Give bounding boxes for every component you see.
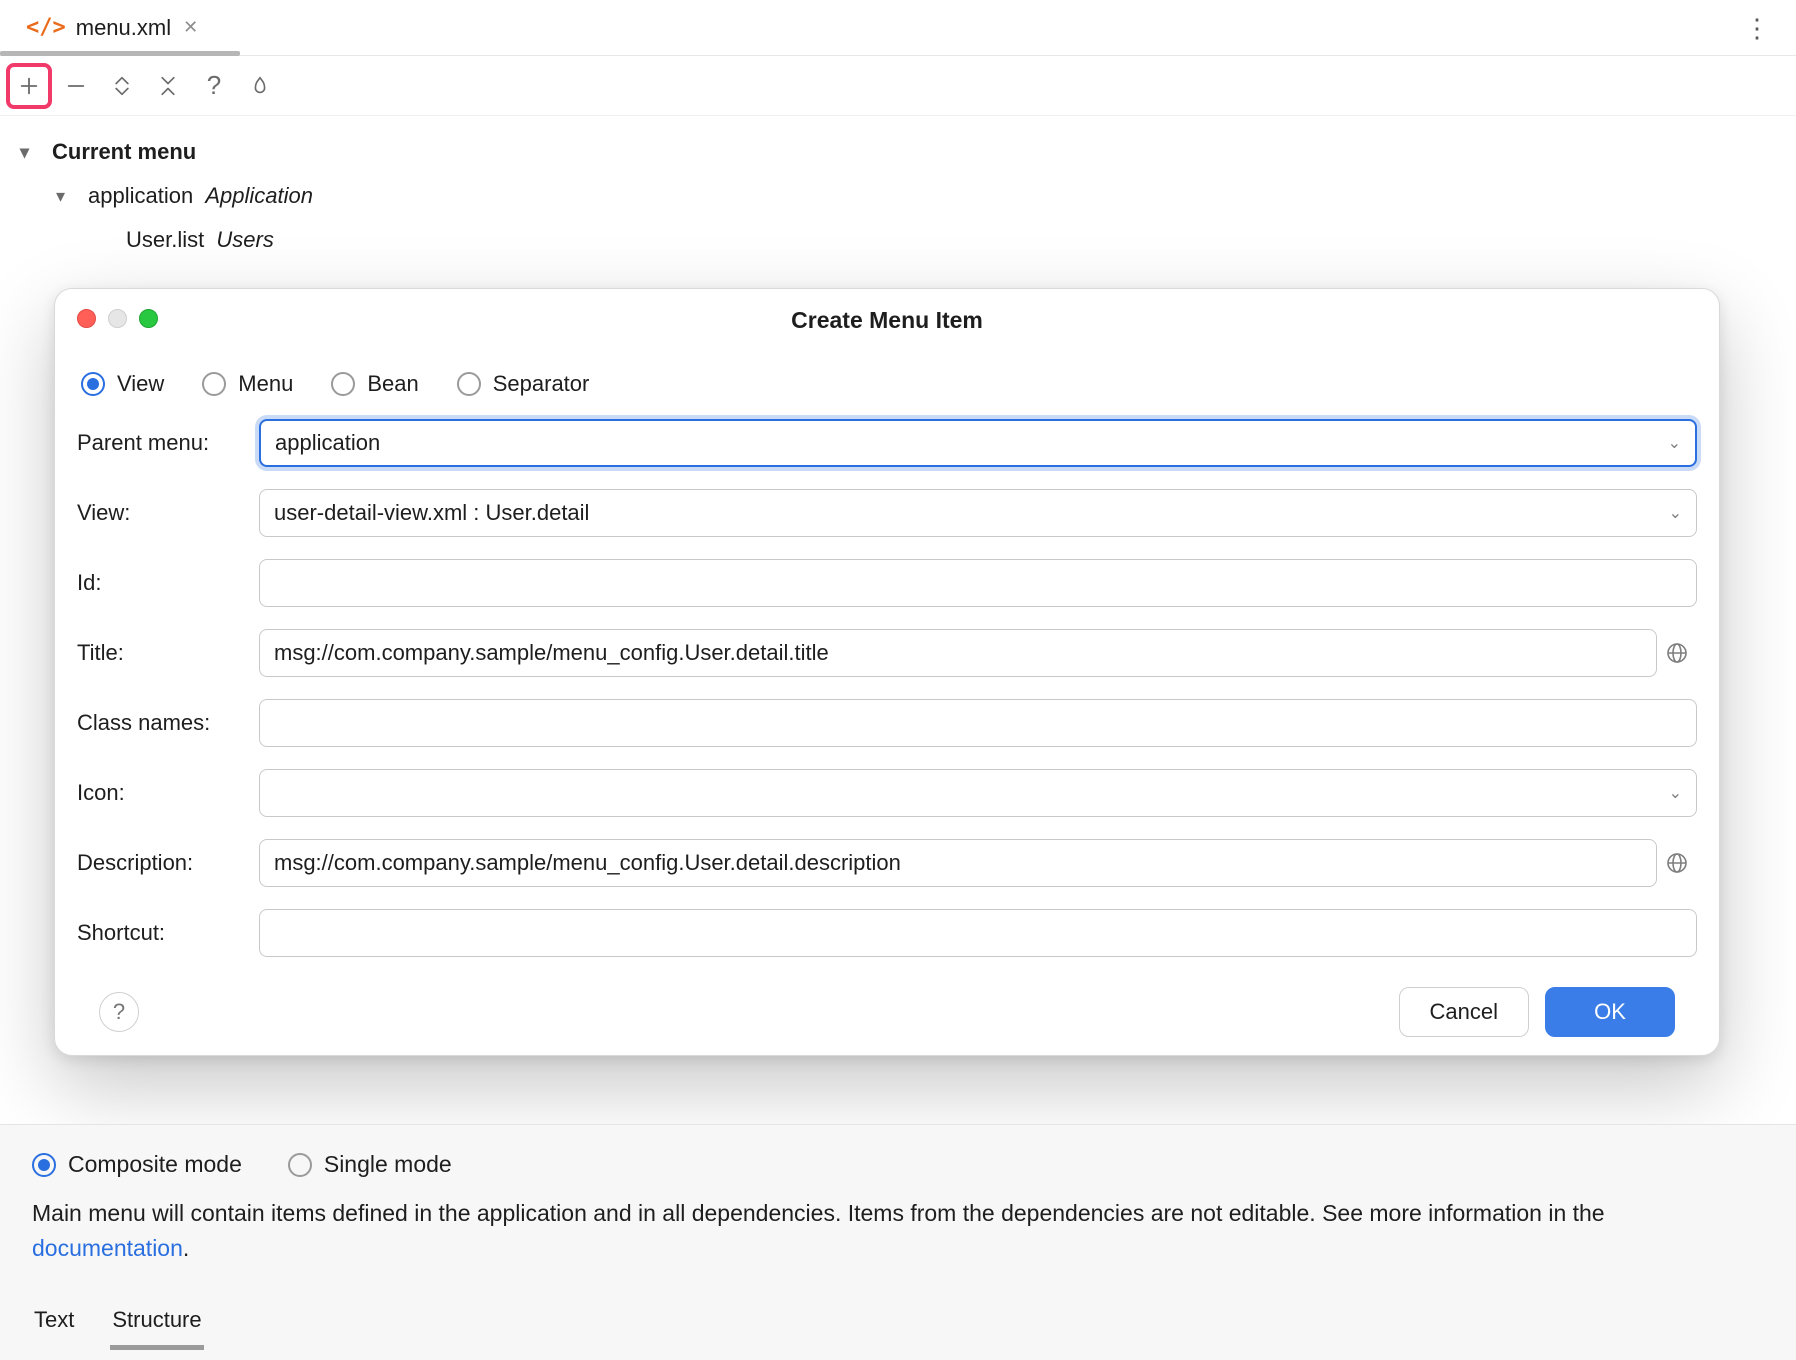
- info-prefix: Main menu will contain items defined in …: [32, 1200, 1605, 1226]
- tree-root-label: Current menu: [52, 130, 196, 174]
- tab-text-label: Text: [34, 1307, 74, 1332]
- dialog-help-button[interactable]: ?: [99, 992, 139, 1032]
- chevron-down-icon: ▾: [20, 130, 42, 174]
- parent-menu-label: Parent menu:: [77, 430, 259, 456]
- localize-title-button[interactable]: [1661, 637, 1693, 669]
- type-label: Bean: [367, 371, 418, 397]
- tree-node-id: application: [88, 183, 193, 208]
- id-field[interactable]: [259, 559, 1697, 607]
- add-button[interactable]: [11, 68, 47, 104]
- classnames-label: Class names:: [77, 710, 259, 736]
- window-zoom-button[interactable]: [139, 309, 158, 328]
- radio-icon: [81, 372, 105, 396]
- tab-structure-label: Structure: [112, 1307, 201, 1332]
- radio-icon: [32, 1153, 56, 1177]
- tab-text[interactable]: Text: [32, 1297, 76, 1350]
- shortcut-field[interactable]: [259, 909, 1697, 957]
- description-value: msg://com.company.sample/menu_config.Use…: [274, 850, 901, 876]
- id-label: Id:: [77, 570, 259, 596]
- shortcut-label: Shortcut:: [77, 920, 259, 946]
- radio-icon: [331, 372, 355, 396]
- dialog-titlebar: Create Menu Item: [55, 289, 1719, 351]
- title-label: Title:: [77, 640, 259, 666]
- chevron-down-icon: ⌄: [1668, 433, 1681, 453]
- menu-toolbar: ?: [0, 56, 1796, 116]
- xml-icon: </>: [26, 15, 66, 40]
- collapse-all-button[interactable]: [146, 64, 190, 108]
- description-label: Description:: [77, 850, 259, 876]
- ok-button[interactable]: OK: [1545, 987, 1675, 1037]
- dialog-title: Create Menu Item: [791, 307, 983, 334]
- create-menu-item-dialog: Create Menu Item View Menu Bean Separato…: [54, 288, 1720, 1056]
- tree-node-title: Application: [205, 183, 313, 208]
- close-icon[interactable]: ✕: [183, 17, 198, 38]
- more-icon[interactable]: ⋮: [1744, 15, 1772, 41]
- dialog-form: Parent menu: application ⌄ View: user-de…: [77, 419, 1697, 957]
- mode-info-text: Main menu will contain items defined in …: [32, 1196, 1764, 1265]
- type-option-bean[interactable]: Bean: [331, 371, 418, 397]
- mode-label: Composite mode: [68, 1151, 242, 1178]
- mode-option-single[interactable]: Single mode: [288, 1151, 452, 1178]
- view-field[interactable]: user-detail-view.xml : User.detail ⌄: [259, 489, 1697, 537]
- editor-tabbar: </> menu.xml ✕ ⋮: [0, 0, 1796, 56]
- parent-menu-value: application: [275, 430, 380, 456]
- type-label: Menu: [238, 371, 293, 397]
- expand-all-button[interactable]: [100, 64, 144, 108]
- tree-user-list-node[interactable]: User.list Users: [16, 218, 1796, 262]
- remove-button[interactable]: [54, 64, 98, 108]
- radio-icon: [288, 1153, 312, 1177]
- window-close-button[interactable]: [77, 309, 96, 328]
- menu-tree: ▾ Current menu ▾ application Application…: [0, 116, 1796, 262]
- mode-label: Single mode: [324, 1151, 452, 1178]
- title-field[interactable]: msg://com.company.sample/menu_config.Use…: [259, 629, 1657, 677]
- type-option-menu[interactable]: Menu: [202, 371, 293, 397]
- dialog-footer: ? Cancel OK: [77, 987, 1697, 1037]
- cancel-button[interactable]: Cancel: [1399, 987, 1529, 1037]
- editor-bottom-tabs: Text Structure: [32, 1297, 1764, 1350]
- view-value: user-detail-view.xml : User.detail: [274, 500, 589, 526]
- ok-button-label: OK: [1594, 999, 1626, 1025]
- mode-option-composite[interactable]: Composite mode: [32, 1151, 242, 1178]
- window-controls: [77, 309, 158, 328]
- item-type-radio-group: View Menu Bean Separator: [77, 361, 1697, 419]
- documentation-link[interactable]: documentation: [32, 1235, 183, 1261]
- description-field[interactable]: msg://com.company.sample/menu_config.Use…: [259, 839, 1657, 887]
- chevron-down-icon: ⌄: [1669, 783, 1682, 803]
- file-tab[interactable]: </> menu.xml ✕: [12, 0, 212, 55]
- chevron-down-icon: ▾: [56, 174, 78, 218]
- add-button-highlight: [6, 63, 52, 109]
- parent-menu-field[interactable]: application ⌄: [259, 419, 1697, 467]
- radio-icon: [457, 372, 481, 396]
- menu-mode-group: Composite mode Single mode: [32, 1125, 1764, 1196]
- tab-structure[interactable]: Structure: [110, 1297, 203, 1350]
- info-suffix: .: [183, 1235, 189, 1261]
- type-label: Separator: [493, 371, 590, 397]
- tree-root[interactable]: ▾ Current menu: [16, 130, 1796, 174]
- tree-application-node[interactable]: ▾ application Application: [16, 174, 1796, 218]
- window-minimize-button[interactable]: [108, 309, 127, 328]
- chevron-down-icon: ⌄: [1669, 503, 1682, 523]
- cancel-button-label: Cancel: [1430, 999, 1498, 1025]
- type-label: View: [117, 371, 164, 397]
- hot-reload-button[interactable]: [238, 64, 282, 108]
- radio-icon: [202, 372, 226, 396]
- type-option-view[interactable]: View: [81, 371, 164, 397]
- icon-field[interactable]: ⌄: [259, 769, 1697, 817]
- type-option-separator[interactable]: Separator: [457, 371, 590, 397]
- localize-description-button[interactable]: [1661, 847, 1693, 879]
- icon-label: Icon:: [77, 780, 259, 806]
- title-value: msg://com.company.sample/menu_config.Use…: [274, 640, 829, 666]
- help-button[interactable]: ?: [192, 64, 236, 108]
- file-tab-title: menu.xml: [76, 15, 171, 41]
- view-label: View:: [77, 500, 259, 526]
- tree-node-id: User.list: [126, 227, 204, 252]
- tree-node-title: Users: [216, 227, 273, 252]
- bottom-panel: Composite mode Single mode Main menu wil…: [0, 1124, 1796, 1360]
- classnames-field[interactable]: [259, 699, 1697, 747]
